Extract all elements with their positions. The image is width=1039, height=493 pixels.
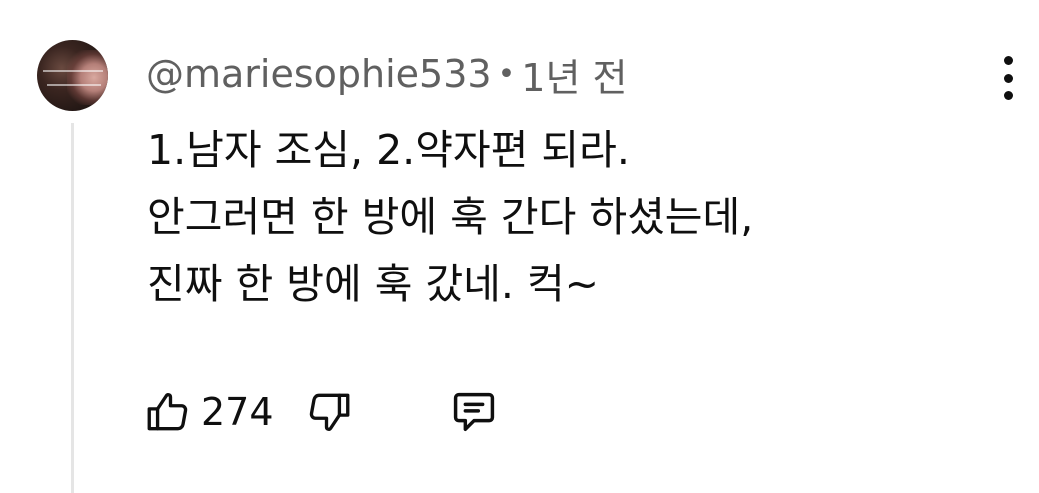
author-name[interactable]: @mariesophie533: [146, 52, 492, 96]
dislike-button[interactable]: [304, 387, 354, 437]
comment-line: 1.남자 조심, 2.약자편 되라.: [147, 126, 630, 174]
comment-line: 안그러면 한 방에 훅 간다 하셨는데,: [147, 193, 754, 241]
timestamp[interactable]: 1년 전: [521, 47, 627, 102]
reply-button[interactable]: [448, 386, 500, 438]
thread-line: [71, 123, 74, 493]
thumbs-down-icon: [309, 393, 349, 431]
avatar[interactable]: [37, 40, 108, 111]
comment-header: @mariesophie533 • 1년 전: [146, 46, 627, 102]
avatar-scribble: [43, 70, 103, 72]
comment: @mariesophie533 • 1년 전 1.남자 조심, 2.약자편 되라…: [0, 0, 1039, 493]
more-vertical-icon: [1003, 73, 1013, 83]
like-count: 274: [201, 390, 274, 434]
more-vertical-icon: [1003, 56, 1013, 65]
avatar-image: [67, 50, 108, 105]
more-options-button[interactable]: [990, 52, 1026, 104]
separator-dot: •: [497, 56, 516, 92]
comment-actions: 274: [143, 383, 500, 441]
comment-line: 진짜 한 방에 훅 갔네. 컥~: [147, 260, 600, 308]
more-vertical-icon: [1003, 91, 1013, 100]
comment-text: 1.남자 조심, 2.약자편 되라. 안그러면 한 방에 훅 간다 하셨는데, …: [147, 117, 1007, 318]
like-button[interactable]: [143, 387, 193, 437]
thumbs-up-icon: [147, 393, 188, 431]
reply-icon: [453, 392, 494, 432]
avatar-scribble: [47, 84, 101, 86]
